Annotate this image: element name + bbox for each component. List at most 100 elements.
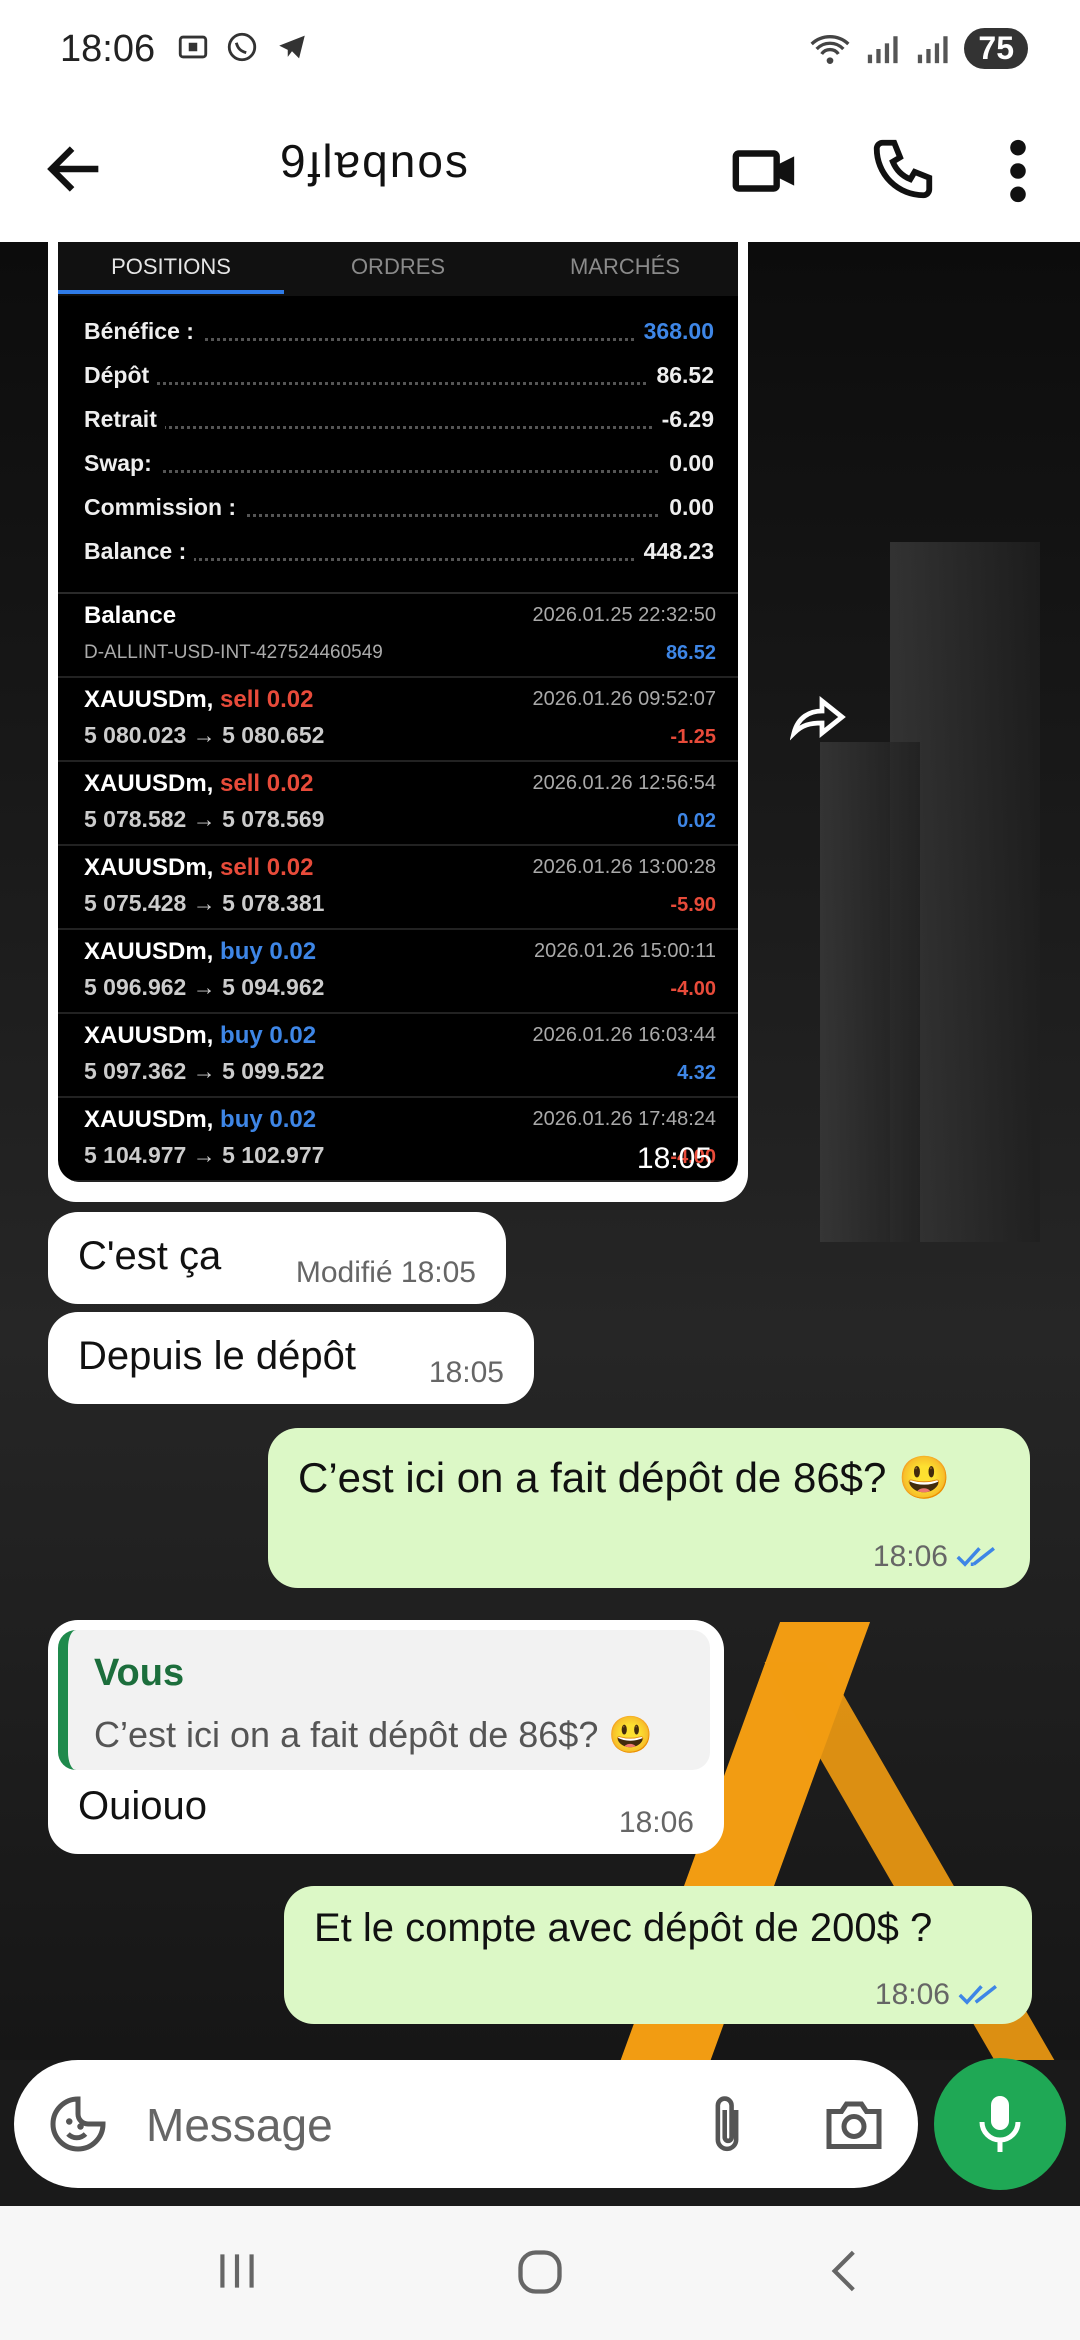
status-time: 18:06 xyxy=(60,28,156,70)
message-meta: 18:06 xyxy=(618,1806,694,1839)
trade-row: XAUUSDm, buy 0.02 5 097.362 → 5 099.522 … xyxy=(58,1014,738,1098)
whatsapp-icon xyxy=(228,32,257,62)
microphone-icon xyxy=(979,2096,1021,2152)
back-arrow-icon[interactable] xyxy=(40,134,110,204)
signal-icon-2 xyxy=(918,35,948,63)
message-composer[interactable]: Message xyxy=(14,2060,918,2188)
trade-profit: 0.02 xyxy=(677,810,716,832)
tab-marches: MARCHÉS xyxy=(569,254,680,279)
trade-symbol: XAUUSDm, xyxy=(84,854,214,881)
summary-label: Balance : xyxy=(84,538,195,565)
wallpaper-bar xyxy=(820,742,920,1242)
tab-indicator xyxy=(58,290,284,294)
summary-label: Dépôt xyxy=(84,362,158,389)
status-right: 75 xyxy=(810,28,1028,69)
message-meta: 18:06 xyxy=(875,1978,1002,2012)
outgoing-message[interactable]: C’est ici on a fait dépôt de 86$? 😃 18:0… xyxy=(268,1428,1030,1588)
trade-prices: 5 080.023 → 5 080.652 xyxy=(84,722,325,748)
trade-side: buy 0.02 xyxy=(220,1106,317,1133)
trade-symbol: XAUUSDm, xyxy=(84,770,214,797)
trade-prices: 5 075.428 → 5 078.381 xyxy=(84,890,325,916)
balance-entry: Balance D-ALLINT-USD-INT-427524460549 20… xyxy=(58,594,738,678)
status-bar: 18:06 75 xyxy=(0,0,1080,98)
summary-label: Commission : xyxy=(84,494,245,521)
summary-row: Dépôt 86.52 xyxy=(84,362,714,402)
trade-prices: 5 097.362 → 5 099.522 xyxy=(84,1058,325,1084)
contact-name[interactable]: 9ɟlɐqnos xyxy=(280,134,470,188)
notification-icons xyxy=(176,30,309,73)
summary-row: Bénéfice : 368.00 xyxy=(84,318,714,358)
balance-account: D-ALLINT-USD-INT-427524460549 xyxy=(84,642,383,663)
trade-symbol: XAUUSDm, xyxy=(84,686,214,713)
trade-side: sell 0.02 xyxy=(220,770,314,797)
balance-amount: 86.52 xyxy=(665,642,716,664)
image-message[interactable]: POSITIONS ORDRES MARCHÉS Bénéfice : 368.0… xyxy=(48,242,748,1202)
message-text: Ouiouo xyxy=(78,1784,207,1828)
trade-row: XAUUSDm, sell 0.02 5 075.428 → 5 078.381… xyxy=(58,846,738,930)
message-text: C’est ici on a fait dépôt de 86$? 😃 xyxy=(298,1454,951,1501)
trade-symbol: XAUUSDm, xyxy=(84,1022,214,1049)
sticker-emoji-icon[interactable] xyxy=(48,2094,108,2154)
more-vert-icon[interactable] xyxy=(1000,136,1036,206)
summary-label: Bénéfice : xyxy=(84,318,202,345)
wifi-icon xyxy=(810,34,850,64)
quoted-message[interactable]: Vous C’est ici on a fait dépôt de 86$? 😃 xyxy=(58,1630,710,1770)
trade-datetime: 2026.01.26 12:56:54 xyxy=(532,772,716,794)
summary-row: Swap: 0.00 xyxy=(84,450,714,490)
message-meta: 18:05 xyxy=(428,1356,504,1389)
trade-profit: -4.00 xyxy=(670,978,716,1000)
summary-label: Retrait xyxy=(84,406,165,433)
telegram-icon xyxy=(279,35,305,59)
tab-ordres: ORDRES xyxy=(350,254,446,279)
trade-symbol: XAUUSDm, xyxy=(84,1106,214,1133)
incoming-message[interactable]: Depuis le dépôt 18:05 xyxy=(48,1312,534,1404)
image-timestamp: 18:05 xyxy=(636,1142,712,1175)
message-meta: 18:06 xyxy=(873,1540,1000,1574)
home-icon[interactable] xyxy=(514,2246,566,2298)
trade-side: sell 0.02 xyxy=(220,686,314,713)
chat-area[interactable]: POSITIONS ORDRES MARCHÉS Bénéfice : 368.0… xyxy=(0,242,1080,2060)
summary-value: 0.00 xyxy=(661,450,714,477)
summary-value: 86.52 xyxy=(648,362,714,389)
message-meta: Modifié 18:05 xyxy=(295,1256,476,1289)
signal-icon xyxy=(868,35,898,63)
message-text: C'est ça xyxy=(78,1234,222,1278)
video-call-icon[interactable] xyxy=(730,136,800,206)
tab-positions: POSITIONS xyxy=(111,254,231,279)
trade-profit: -1.25 xyxy=(670,726,716,748)
trade-profit: -5.90 xyxy=(670,894,716,916)
outgoing-message[interactable]: Et le compte avec dépôt de 200$ ? 18:06 xyxy=(284,1886,1032,2024)
summary-row: Balance : 448.23 xyxy=(84,538,714,578)
trade-row: XAUUSDm, buy 0.02 5 096.962 → 5 094.962 … xyxy=(58,930,738,1014)
trade-datetime: 2026.01.26 17:48:24 xyxy=(532,1108,716,1130)
nav-back-icon[interactable] xyxy=(820,2246,870,2296)
recent-apps-icon[interactable] xyxy=(212,2246,262,2296)
attach-icon[interactable] xyxy=(702,2094,752,2158)
camera-icon[interactable] xyxy=(824,2096,884,2152)
trade-datetime: 2026.01.26 13:00:28 xyxy=(532,856,716,878)
voice-record-button[interactable] xyxy=(934,2058,1066,2190)
incoming-reply-message[interactable]: Vous C’est ici on a fait dépôt de 86$? 😃… xyxy=(48,1620,724,1854)
system-nav-bar xyxy=(0,2206,1080,2340)
trade-prices: 5 104.977 → 5 102.977 xyxy=(84,1142,325,1168)
summary-value: 448.23 xyxy=(635,538,714,565)
summary-row: Commission : 0.00 xyxy=(84,494,714,534)
balance-title: Balance xyxy=(84,602,177,629)
quote-author: Vous xyxy=(94,1652,185,1694)
quote-text: C’est ici on a fait dépôt de 86$? 😃 xyxy=(94,1714,654,1755)
trade-symbol: XAUUSDm, xyxy=(84,938,214,965)
trade-row: XAUUSDm, sell 0.02 5 080.023 → 5 080.652… xyxy=(58,678,738,762)
trade-datetime: 2026.01.26 15:00:11 xyxy=(533,940,716,962)
trade-side: sell 0.02 xyxy=(220,854,314,881)
trade-datetime: 2026.01.26 16:03:44 xyxy=(532,1024,716,1046)
forward-icon[interactable] xyxy=(790,692,850,742)
message-time: 18:06 xyxy=(874,1978,950,2011)
trade-prices: 5 078.582 → 5 078.569 xyxy=(84,806,325,832)
trade-prices: 5 096.962 → 5 094.962 xyxy=(84,974,325,1000)
message-input[interactable]: Message xyxy=(146,2098,333,2152)
screenshot-image: POSITIONS ORDRES MARCHÉS Bénéfice : 368.0… xyxy=(58,242,738,1182)
message-time: 18:06 xyxy=(872,1540,948,1573)
incoming-message[interactable]: C'est ça Modifié 18:05 xyxy=(48,1212,506,1304)
message-text: Depuis le dépôt xyxy=(78,1334,356,1378)
phone-call-icon[interactable] xyxy=(868,134,938,204)
